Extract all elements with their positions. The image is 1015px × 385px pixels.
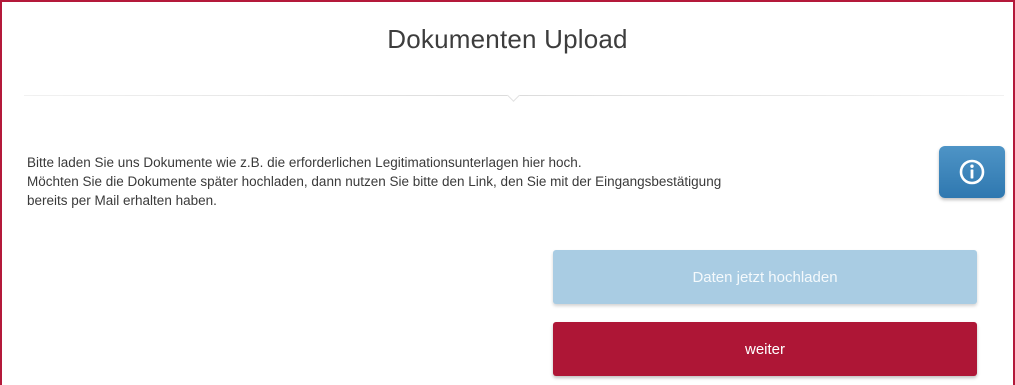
info-button[interactable] [939,146,1005,198]
description-text: Bitte laden Sie uns Dokumente wie z.B. d… [27,153,927,210]
description-line-2: Möchten Sie die Dokumente später hochlad… [27,174,722,189]
page-title: Dokumenten Upload [387,24,628,54]
upload-panel: Dokumenten Upload Bitte laden Sie uns Do… [0,0,1015,385]
next-button[interactable]: weiter [553,322,977,376]
description-line-1: Bitte laden Sie uns Dokumente wie z.B. d… [27,155,582,170]
upload-now-button[interactable]: Daten jetzt hochladen [553,250,977,304]
info-circle-icon [959,159,985,185]
divider-notch [507,89,520,102]
description-line-3: bereits per Mail erhalten haben. [27,193,217,208]
